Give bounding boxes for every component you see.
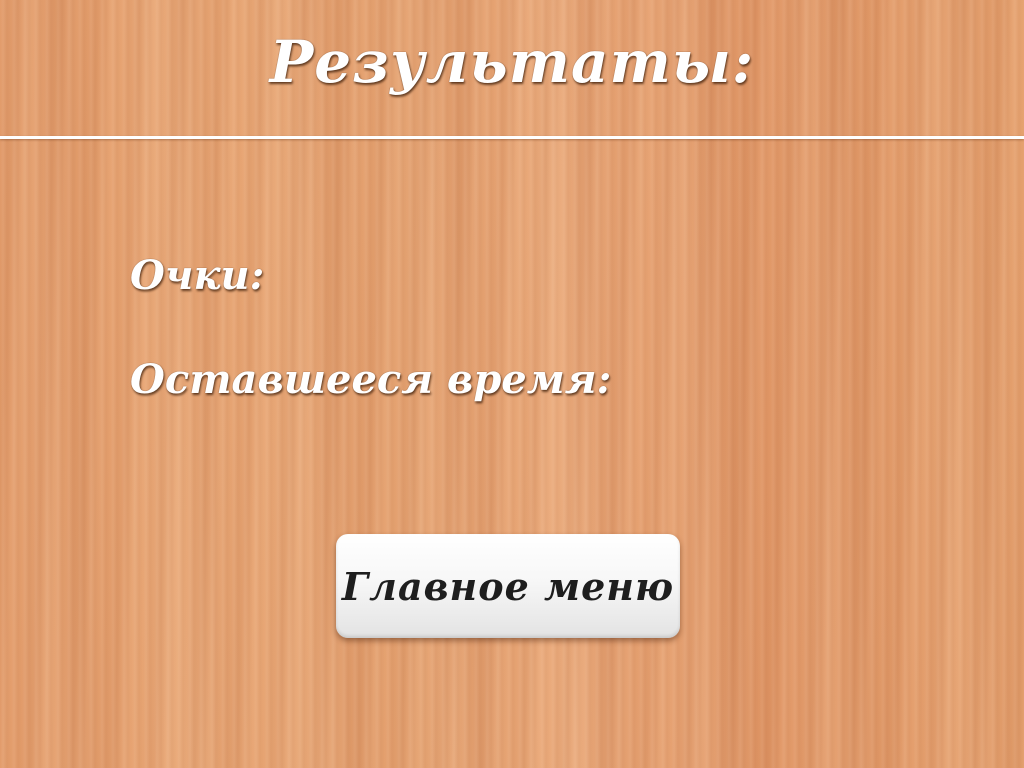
main-menu-button-label: Главное меню	[341, 563, 675, 609]
main-menu-button[interactable]: Главное меню	[336, 534, 680, 638]
title-divider	[0, 136, 1024, 139]
results-title: Результаты:	[269, 28, 755, 96]
score-label: Очки:	[130, 252, 265, 299]
time-left-label: Оставшееся время:	[130, 356, 612, 403]
results-screen: Результаты: Очки: Оставшееся время: Глав…	[0, 0, 1024, 768]
